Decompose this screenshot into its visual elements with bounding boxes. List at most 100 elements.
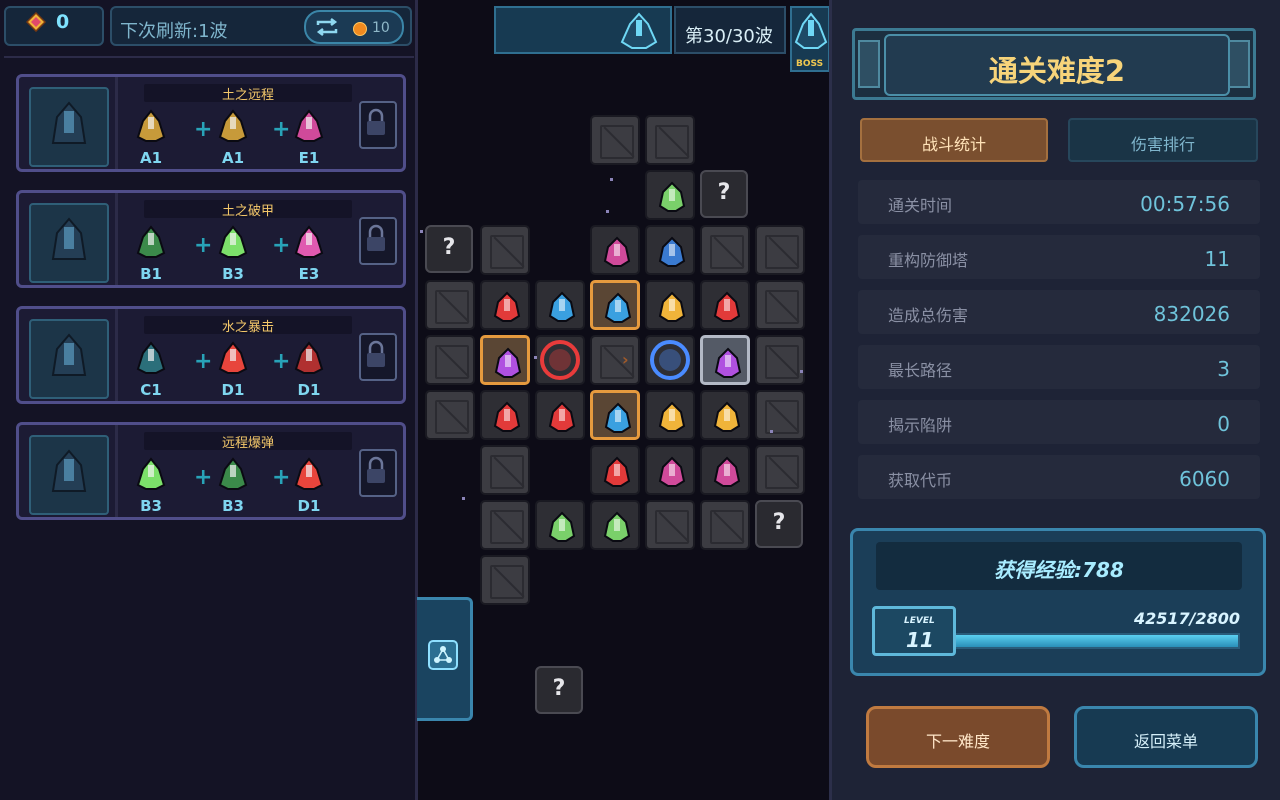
empty-slot[interactable]	[480, 500, 530, 550]
empty-slot[interactable]	[480, 225, 530, 275]
empty-slot[interactable]	[590, 335, 640, 385]
xp-progress-fill	[950, 635, 1238, 647]
tower-turret[interactable]	[645, 280, 695, 330]
tower-turret[interactable]	[700, 335, 750, 385]
hidden-trap-slot[interactable]: ?	[425, 225, 473, 273]
tower-turret[interactable]	[535, 280, 585, 330]
card-divider	[115, 77, 118, 169]
stat-label: 最长路径	[888, 361, 953, 380]
tower-turret[interactable]	[480, 335, 530, 385]
tower-turret[interactable]	[590, 390, 640, 440]
empty-slot[interactable]	[645, 500, 695, 550]
tower-turret[interactable]	[535, 500, 585, 550]
lock-icon[interactable]	[359, 217, 397, 265]
plus-icon: +	[272, 233, 291, 258]
empty-slot[interactable]	[425, 390, 475, 440]
stat-row: 造成总伤害 832026	[858, 290, 1260, 334]
level-number: 11	[906, 628, 934, 652]
empty-slot[interactable]	[755, 390, 805, 440]
background-star	[606, 210, 609, 213]
tower-turret[interactable]	[535, 390, 585, 440]
tower-turret[interactable]	[645, 225, 695, 275]
hidden-trap-slot[interactable]: ?	[535, 666, 583, 714]
stat-value: 6060	[1179, 467, 1230, 491]
hidden-trap-slot[interactable]: ?	[755, 500, 803, 548]
lock-icon[interactable]	[359, 333, 397, 381]
stat-row: 通关时间 00:57:56	[858, 180, 1260, 224]
stat-label: 获取代币	[888, 471, 953, 490]
empty-slot[interactable]	[480, 555, 530, 605]
tower-turret[interactable]	[645, 445, 695, 495]
tower-turret[interactable]	[590, 500, 640, 550]
empty-slot[interactable]	[480, 445, 530, 495]
ingredient-ship-icon	[292, 225, 326, 259]
ingredient-ship-icon	[216, 341, 250, 375]
stat-value: 11	[1204, 247, 1230, 271]
wave-label: 第30/30波	[685, 26, 773, 47]
empty-slot[interactable]	[425, 280, 475, 330]
background-star	[800, 370, 803, 373]
tower-turret[interactable]	[645, 390, 695, 440]
ingredient-code: B1	[140, 265, 162, 283]
tab-damage-ranking-label: 伤害排行	[1130, 135, 1195, 154]
xp-progress-text: 42517/2800	[1133, 609, 1240, 628]
tower-turret[interactable]	[645, 170, 695, 220]
tower-turret[interactable]	[590, 280, 640, 330]
reroll-cost: 10	[372, 20, 390, 36]
tower-turret[interactable]	[480, 280, 530, 330]
tower-turret[interactable]	[590, 445, 640, 495]
background-star	[462, 497, 465, 500]
tower-turret[interactable]	[590, 225, 640, 275]
tab-battle-stats-label: 战斗统计	[921, 135, 986, 154]
empty-slot[interactable]	[700, 500, 750, 550]
card-divider	[115, 309, 118, 401]
boss-ship-icon	[794, 12, 828, 49]
empty-slot[interactable]	[700, 225, 750, 275]
ingredient-ship-icon	[292, 457, 326, 491]
tower-turret[interactable]	[700, 445, 750, 495]
ingredient-code: B3	[222, 265, 244, 283]
recipe-portrait	[29, 435, 109, 515]
empty-slot[interactable]	[755, 280, 805, 330]
gem-counter	[4, 6, 104, 46]
stat-row: 重构防御塔 11	[858, 235, 1260, 279]
empty-slot[interactable]	[645, 115, 695, 165]
recipe-portrait	[29, 319, 109, 399]
refresh-label: 下次刷新:1波	[120, 21, 228, 42]
tower-turret[interactable]	[700, 390, 750, 440]
lock-icon[interactable]	[359, 449, 397, 497]
recipe-card[interactable]: 土之破甲 B1 B3 E3 + +	[16, 190, 406, 288]
empty-slot[interactable]	[755, 445, 805, 495]
stat-row: 最长路径 3	[858, 345, 1260, 389]
recipe-card[interactable]: 水之暴击 C1 D1 D1 + +	[16, 306, 406, 404]
hidden-trap-slot[interactable]: ?	[700, 170, 748, 218]
reroll-arrows-icon	[316, 18, 338, 36]
ingredient-ship-icon	[134, 341, 168, 375]
portal-orb[interactable]	[645, 335, 695, 385]
recipe-card[interactable]: 远程爆弹 B3 B3 D1 + +	[16, 422, 406, 520]
enemy-ship-icon	[620, 12, 658, 49]
ingredient-code: B3	[222, 497, 244, 515]
ingredient-ship-icon	[216, 225, 250, 259]
card-divider	[115, 425, 118, 517]
ingredient-code: C1	[140, 381, 162, 399]
next-difficulty-label: 下一难度	[925, 732, 990, 751]
ingredient-ship-icon	[216, 109, 250, 143]
ingredient-code: A1	[139, 149, 163, 167]
background-star	[420, 230, 423, 233]
ingredient-code: D1	[297, 381, 321, 399]
tower-turret[interactable]	[700, 280, 750, 330]
empty-slot[interactable]	[590, 115, 640, 165]
empty-slot[interactable]	[755, 225, 805, 275]
empty-slot[interactable]	[425, 335, 475, 385]
tower-turret[interactable]	[480, 390, 530, 440]
ingredient-code: E1	[298, 149, 320, 167]
recipe-card[interactable]: 土之远程 A1 A1 E1 + +	[16, 74, 406, 172]
empty-slot[interactable]	[755, 335, 805, 385]
portal-orb[interactable]	[535, 335, 585, 385]
lock-icon[interactable]	[359, 101, 397, 149]
return-menu-label: 返回菜单	[1133, 732, 1198, 751]
ingredient-ship-icon	[134, 225, 168, 259]
path-arrow-icon: ›	[622, 350, 629, 369]
ingredient-code: D1	[221, 381, 245, 399]
